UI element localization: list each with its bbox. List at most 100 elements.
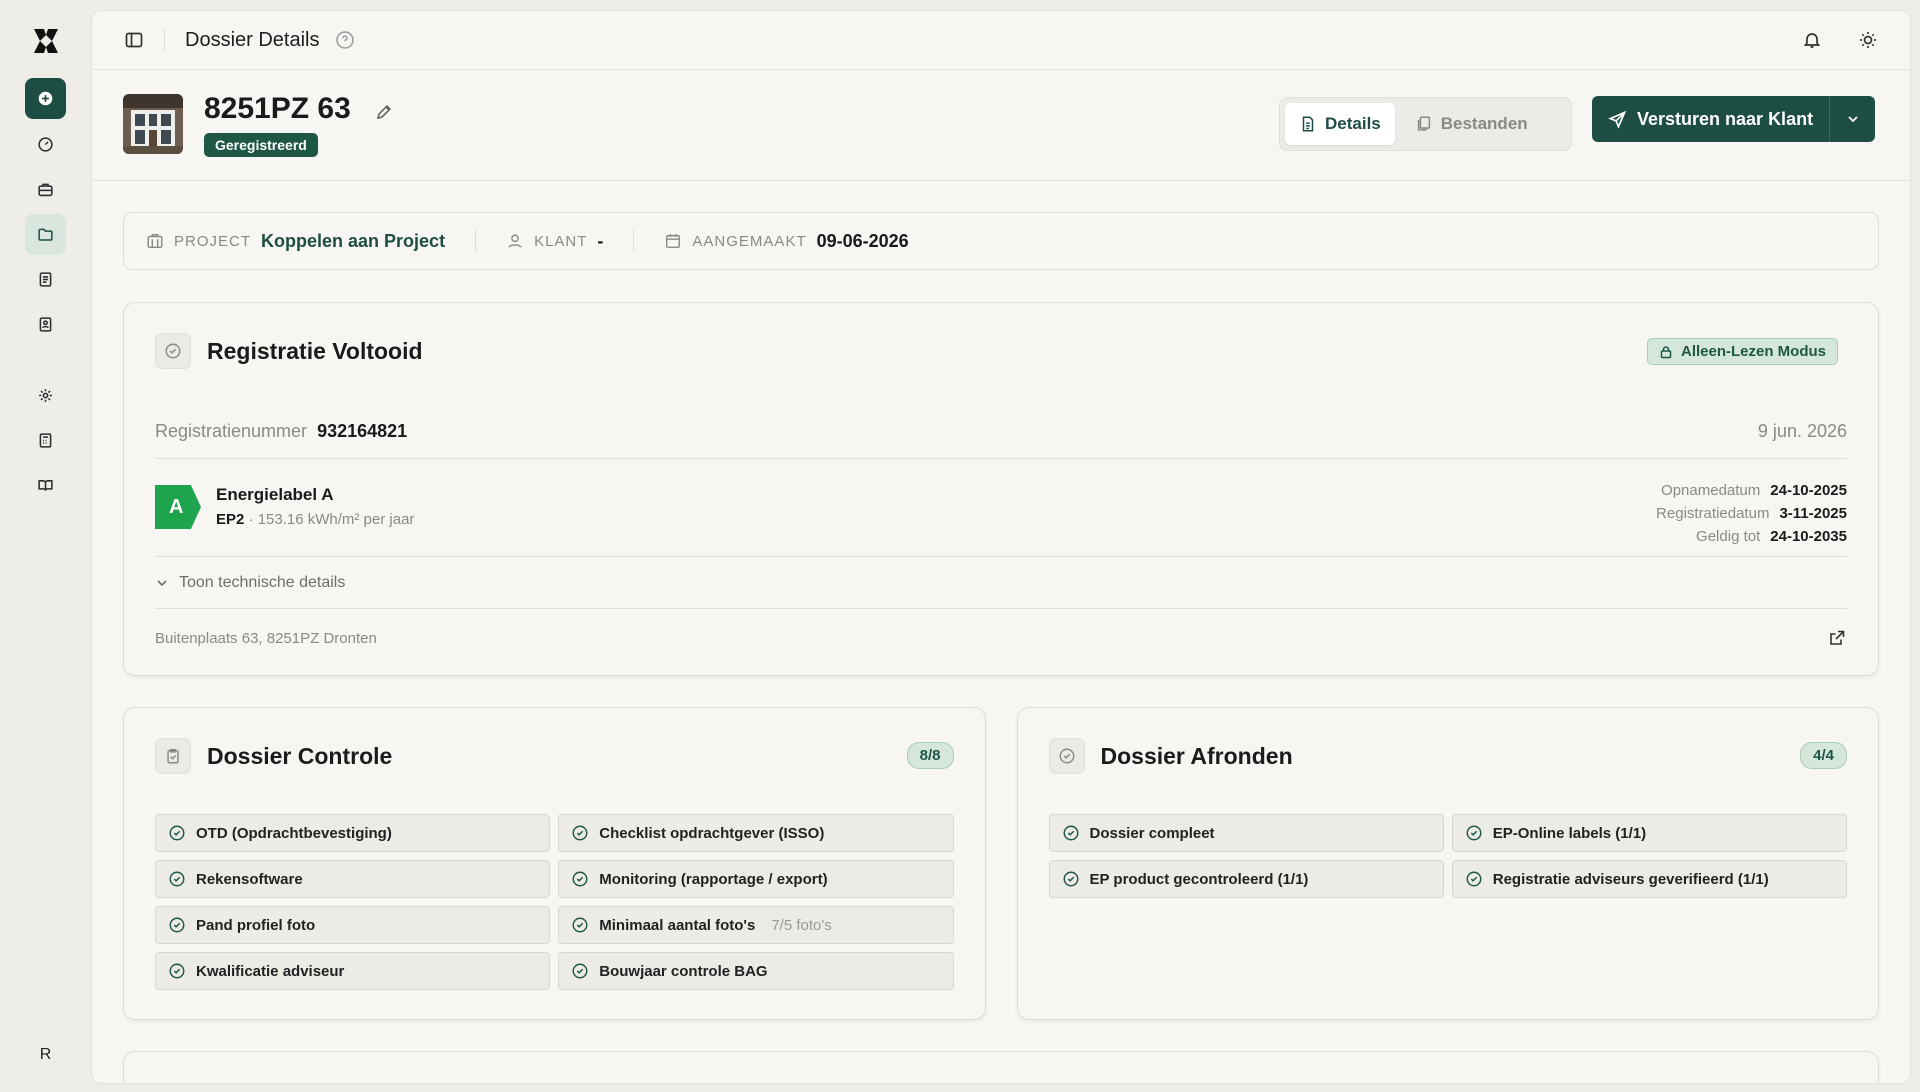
sidebar-item-projects[interactable]: [25, 169, 66, 210]
energy-label-row: A Energielabel A EP2 · 153.16 kWh/m² per…: [155, 479, 1847, 557]
send-label: Versturen naar Klant: [1637, 108, 1814, 129]
card-title: Registratie Voltooid: [207, 337, 423, 364]
sidebar-item-settings[interactable]: [25, 375, 66, 416]
count-badge: 4/4: [1800, 742, 1847, 769]
dossier-header: 8251PZ 63 Geregistreerd Details Bestande…: [92, 70, 1910, 181]
checks-row: Dossier Controle 8/8 OTD (Opdrachtbevest…: [123, 707, 1879, 1020]
dossier-controle-card: Dossier Controle 8/8 OTD (Opdrachtbevest…: [123, 707, 986, 1020]
address-row: Buitenplaats 63, 8251PZ Dronten: [155, 618, 1847, 658]
project-label: PROJECT: [174, 232, 252, 250]
tech-details-toggle[interactable]: Toon technische details: [155, 557, 1847, 609]
check-label: Checklist opdrachtgever (ISSO): [599, 824, 825, 842]
check-label: Dossier compleet: [1089, 824, 1215, 842]
check-label: OTD (Opdrachtbevestiging): [196, 824, 392, 842]
check-label: Rekensoftware: [196, 870, 303, 888]
registration-dates: Opnamedatum 24-10-2025 Registratiedatum 3-…: [1656, 479, 1847, 548]
check-item[interactable]: Dossier compleet: [1048, 814, 1444, 852]
project-info: PROJECT Koppelen aan Project: [146, 231, 445, 252]
send-options-dropdown[interactable]: [1829, 96, 1875, 142]
check-label: Pand profiel foto: [196, 916, 316, 934]
check-list: Dossier compleet EP-Online labels (1/1) …: [1048, 814, 1847, 898]
divider: [164, 29, 165, 51]
check-circle-icon: [169, 917, 185, 933]
check-circle-icon: [1063, 871, 1078, 887]
date-value: 24-10-2025: [1770, 482, 1847, 499]
check-circle-icon: [572, 963, 588, 979]
check-circle-icon: [155, 333, 191, 369]
registration-card: Registratie Voltooid Alleen-Lezen Modus …: [123, 302, 1879, 676]
card-title: Dossier Controle: [207, 742, 393, 769]
gear-icon: [39, 389, 52, 402]
new-dossier-button[interactable]: [25, 78, 66, 119]
date-value: 3-11-2025: [1779, 505, 1847, 522]
check-item[interactable]: Bouwjaar controle BAG: [558, 952, 954, 990]
card-header: Dossier Controle: [155, 738, 954, 774]
check-label: Kwalificatie adviseur: [196, 962, 345, 980]
sidebar-item-docs[interactable]: [25, 465, 66, 506]
pencil-icon[interactable]: [374, 102, 394, 122]
check-item[interactable]: Monitoring (rapportage / export): [558, 860, 954, 898]
client-label: KLANT: [534, 232, 588, 250]
sidebar-item-calculator[interactable]: [25, 420, 66, 461]
date-label: Geldig tot: [1696, 528, 1761, 545]
sidebar-toggle-icon[interactable]: [124, 30, 144, 50]
sidebar-item-dashboard[interactable]: [25, 124, 66, 165]
dossier-info-bar: PROJECT Koppelen aan Project KLANT - AAN…: [123, 212, 1879, 270]
check-circle-icon: [169, 963, 185, 979]
tab-bestanden[interactable]: Bestanden: [1401, 103, 1542, 145]
book-icon: [38, 480, 53, 491]
main-panel: Dossier Details 8251PZ 63 Geregistreerd …: [91, 10, 1911, 1084]
folder-icon: [38, 228, 53, 241]
created-label: AANGEMAAKT: [692, 232, 807, 250]
sidebar-item-dossiers[interactable]: [25, 214, 66, 255]
help-icon[interactable]: [335, 30, 355, 50]
date-row: Opnamedatum 24-10-2025: [1656, 479, 1847, 502]
logo-icon[interactable]: [30, 26, 62, 56]
external-link-icon[interactable]: [1827, 628, 1847, 648]
registration-number-label: Registratienummer: [155, 421, 308, 441]
check-list: OTD (Opdrachtbevestiging) Checklist opdr…: [155, 814, 954, 990]
check-item[interactable]: Registratie adviseurs geverifieerd (1/1): [1451, 860, 1847, 898]
link-project-link[interactable]: Koppelen aan Project: [261, 231, 445, 252]
check-item[interactable]: Checklist opdrachtgever (ISSO): [558, 814, 954, 852]
dossier-afronden-card: Dossier Afronden 4/4 Dossier compleet EP…: [1016, 707, 1879, 1020]
check-label: EP product gecontroleerd (1/1): [1089, 870, 1309, 888]
building-icon: [147, 233, 163, 249]
receipt-icon: [39, 272, 52, 287]
check-item[interactable]: Rekensoftware: [155, 860, 551, 898]
card-header: Dossier Afronden: [1048, 738, 1848, 774]
bell-icon[interactable]: [1802, 30, 1822, 50]
client-value: -: [597, 230, 604, 251]
sidebar-item-contacts[interactable]: [25, 304, 66, 345]
readonly-badge: Alleen-Lezen Modus: [1646, 338, 1838, 365]
property-photo[interactable]: [123, 94, 183, 154]
tab-details[interactable]: Details: [1285, 103, 1395, 145]
tab-label: Bestanden: [1440, 114, 1528, 133]
check-label: EP-Online labels (1/1): [1492, 824, 1647, 842]
lock-icon: [1660, 345, 1672, 358]
divider: [633, 230, 635, 252]
count-badge: 8/8: [906, 742, 954, 769]
chevron-down-icon: [1847, 116, 1858, 123]
check-item[interactable]: Kwalificatie adviseur: [155, 952, 551, 990]
check-circle-icon: [1063, 825, 1078, 841]
user-avatar[interactable]: R: [0, 1046, 91, 1064]
calendar-icon: [666, 234, 681, 249]
clipboard-check-icon: [155, 738, 191, 774]
check-item[interactable]: OTD (Opdrachtbevestiging): [155, 814, 551, 852]
sidebar: R: [0, 0, 91, 1092]
send-to-client-button[interactable]: Versturen naar Klant: [1592, 96, 1829, 142]
check-circle-icon: [1048, 738, 1085, 774]
check-item[interactable]: Pand profiel foto: [155, 906, 551, 944]
sidebar-item-invoices[interactable]: [25, 259, 66, 300]
card-title: Dossier Afronden: [1100, 742, 1293, 769]
check-item[interactable]: EP product gecontroleerd (1/1): [1048, 860, 1444, 898]
energy-value: · 153.16 kWh/m² per jaar: [244, 511, 415, 528]
contacts-icon: [39, 317, 52, 332]
theme-toggle-icon[interactable]: [1858, 30, 1878, 50]
view-tabs: Details Bestanden: [1279, 97, 1572, 151]
date-value: 24-10-2035: [1770, 528, 1847, 545]
check-item[interactable]: Minimaal aantal foto's 7/5 foto's: [558, 906, 954, 944]
created-value: 09-06-2026: [816, 230, 909, 251]
check-item[interactable]: EP-Online labels (1/1): [1451, 814, 1847, 852]
